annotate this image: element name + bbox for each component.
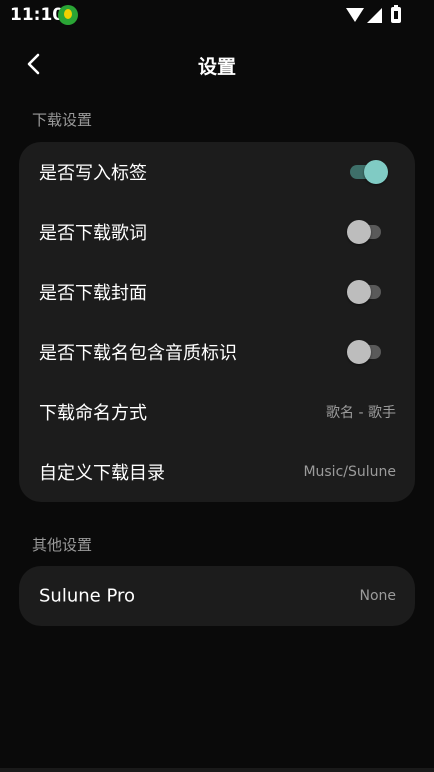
- toggle-knob: [364, 160, 388, 184]
- write-tags-toggle[interactable]: [350, 160, 388, 184]
- setting-label: 下载命名方式: [39, 403, 147, 424]
- setting-row-download-cover[interactable]: 是否下载封面: [19, 262, 415, 322]
- setting-row-sulune-pro[interactable]: Sulune Pro None: [19, 566, 415, 626]
- toggle-knob: [347, 220, 371, 244]
- setting-label: 是否写入标签: [39, 163, 147, 184]
- download-lyrics-toggle[interactable]: [347, 220, 381, 244]
- download-directory-value: Music/Sulune: [303, 464, 396, 480]
- cellular-signal-icon: [367, 8, 382, 23]
- battery-charging-icon: [391, 5, 401, 23]
- download-settings-card: 是否写入标签 是否下载歌词 是否下载封面 是否下载名包含音质标识 下载命名方式 …: [19, 142, 415, 502]
- page-title: 设置: [197, 56, 236, 78]
- setting-label: 自定义下载目录: [39, 463, 165, 484]
- setting-label: Sulune Pro: [39, 585, 136, 607]
- setting-row-download-lyrics[interactable]: 是否下载歌词: [19, 202, 415, 262]
- app-notification-icon: [58, 5, 78, 25]
- status-time: 11:10: [10, 5, 65, 25]
- naming-format-value: 歌名 - 歌手: [326, 405, 396, 421]
- other-settings-card: Sulune Pro None: [19, 566, 415, 626]
- section-label-other: 其他设置: [32, 536, 93, 554]
- wifi-icon: [346, 8, 364, 22]
- setting-label: 是否下载名包含音质标识: [39, 343, 237, 364]
- navigation-bar-edge: [0, 768, 434, 772]
- setting-label: 是否下载封面: [39, 283, 147, 304]
- section-label-download: 下载设置: [32, 111, 93, 129]
- toggle-knob: [347, 340, 371, 364]
- sulune-pro-value: None: [359, 588, 396, 604]
- download-cover-toggle[interactable]: [347, 280, 381, 304]
- setting-row-write-tags[interactable]: 是否写入标签: [19, 142, 415, 202]
- toggle-knob: [347, 280, 371, 304]
- settings-screen: 11:10 设置 下载设置 是否写入标签 是否下载歌词 是否下载封面 是否下载名: [0, 0, 434, 772]
- setting-row-naming-format[interactable]: 下载命名方式 歌名 - 歌手: [19, 382, 415, 442]
- setting-row-download-directory[interactable]: 自定义下载目录 Music/Sulune: [19, 442, 415, 502]
- top-app-bar: 设置: [0, 40, 434, 88]
- status-bar: 11:10: [0, 0, 434, 30]
- setting-label: 是否下载歌词: [39, 223, 147, 244]
- setting-row-quality-in-name[interactable]: 是否下载名包含音质标识: [19, 322, 415, 382]
- quality-in-name-toggle[interactable]: [347, 340, 381, 364]
